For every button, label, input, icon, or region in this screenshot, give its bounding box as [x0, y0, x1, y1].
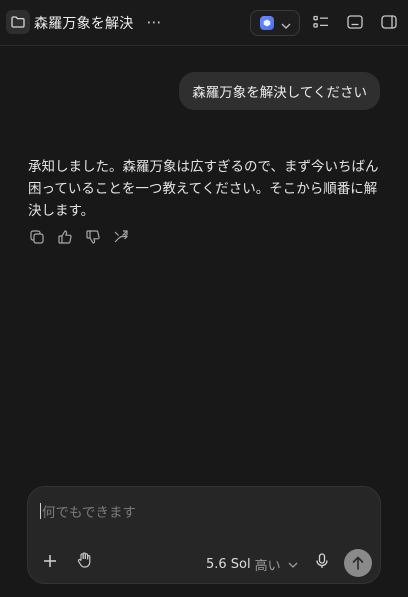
- model-logo-icon: [260, 16, 274, 30]
- thumbs-down-button[interactable]: [85, 229, 101, 248]
- sidebar-toggle-button[interactable]: [380, 14, 398, 32]
- more-options-button[interactable]: ⋯: [144, 12, 164, 32]
- prompt-input[interactable]: 何でもできます: [40, 501, 360, 521]
- message-actions: [29, 229, 129, 248]
- checklist-button[interactable]: [312, 14, 330, 32]
- assistant-message-text: 承知しました。森羅万象は広すぎるので、まず今いちばん困っていることを一つ教えてく…: [28, 159, 379, 219]
- arrow-up-icon: [352, 556, 364, 570]
- more-icon: ⋯: [146, 13, 162, 31]
- thumbs-up-button[interactable]: [57, 229, 73, 248]
- branch-button[interactable]: [113, 229, 129, 248]
- send-button[interactable]: [344, 549, 372, 577]
- text-caret: [40, 503, 41, 519]
- copy-button[interactable]: [29, 229, 45, 248]
- hand-button[interactable]: [75, 552, 93, 572]
- copy-icon: [30, 229, 44, 248]
- chevron-down-icon: [288, 562, 298, 568]
- mic-icon: [316, 553, 328, 573]
- top-bar: 森羅万象を解決 ⋯: [0, 0, 408, 46]
- message-composer: 何でもできます 5.6 Sol 高い: [27, 486, 381, 584]
- sidebar-toggle-icon: [381, 14, 397, 33]
- model-selector-button[interactable]: [250, 10, 300, 36]
- user-message-bubble: 森羅万象を解決してください: [179, 72, 380, 110]
- folder-icon: [11, 13, 25, 32]
- plus-icon: [43, 553, 57, 572]
- branch-icon: [114, 229, 128, 248]
- model-name: 5.6 Sol: [206, 557, 251, 572]
- add-attachment-button[interactable]: [41, 553, 59, 571]
- prompt-placeholder: 何でもできます: [42, 505, 136, 521]
- conversation-title[interactable]: 森羅万象を解決: [34, 13, 133, 33]
- folder-button[interactable]: [6, 10, 30, 34]
- hand-icon: [77, 552, 92, 572]
- effort-level: 高い: [254, 559, 281, 574]
- model-effort-selector[interactable]: 5.6 Sol 高い: [206, 555, 298, 574]
- thumbs-up-icon: [58, 229, 72, 248]
- thumbs-down-icon: [86, 229, 100, 248]
- checklist-icon: [313, 14, 329, 33]
- voice-input-button[interactable]: [313, 553, 331, 573]
- terminal-button[interactable]: [346, 14, 364, 32]
- user-message-text: 森羅万象を解決してください: [192, 85, 367, 101]
- chevron-down-icon: [281, 14, 291, 33]
- terminal-icon: [347, 14, 363, 33]
- app-window: 森羅万象を解決 ⋯ 森羅万象を解決してください 承知しました。森羅万象は広すぎる…: [0, 0, 408, 597]
